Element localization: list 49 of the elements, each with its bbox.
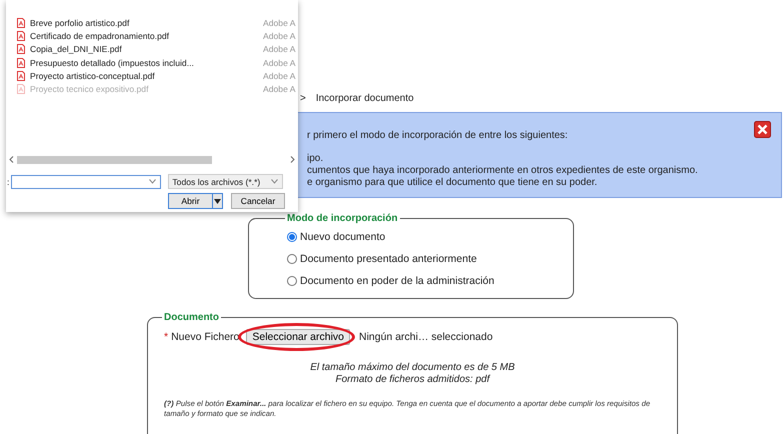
- file-name[interactable]: Copia_del_DNI_NIE.pdf: [30, 44, 122, 54]
- file-type: Adobe A: [263, 18, 296, 28]
- scroll-right-icon[interactable]: [290, 156, 295, 163]
- info-text: cumentos que haya incorporado anteriormente en otros expedientes de este organismo.: [307, 165, 699, 177]
- file-type: Adobe A: [263, 58, 296, 68]
- pdf-file-icon: [17, 58, 25, 68]
- breadcrumb-current: Incorporar documento: [316, 92, 414, 104]
- file-name[interactable]: Presupuesto detallado (impuestos incluid...: [30, 58, 194, 68]
- chevron-down-icon[interactable]: [149, 179, 156, 184]
- select-file-button[interactable]: Seleccionar archivo: [246, 329, 350, 345]
- radio-label[interactable]: Documento presentado anteriormente: [300, 253, 477, 265]
- radio-button[interactable]: [287, 254, 297, 264]
- breadcrumb-separator: >: [300, 92, 306, 104]
- scroll-left-icon[interactable]: [9, 156, 14, 163]
- file-type: Adobe A: [263, 84, 296, 94]
- pdf-file-icon: [17, 44, 25, 54]
- radio-button[interactable]: [287, 276, 297, 286]
- file-name[interactable]: Proyecto artistico-conceptual.pdf: [30, 70, 155, 81]
- file-type: Adobe A: [263, 70, 296, 81]
- fieldset-legend: Modo de incorporación: [285, 213, 400, 224]
- radio-label[interactable]: Nuevo documento: [300, 231, 386, 243]
- radio-button[interactable]: [287, 232, 297, 242]
- info-text: r primero el modo de incorporación de entre los siguientes:: [307, 130, 569, 141]
- pdf-file-icon: [17, 84, 25, 94]
- file-status: Ningún archi… seleccionado: [359, 331, 493, 343]
- required-mark: *: [164, 331, 168, 343]
- scrollbar-thumb[interactable]: [17, 156, 212, 164]
- limit-text: El tamaño máximo del documento es de 5 MB: [309, 362, 516, 374]
- file-type-dropdown[interactable]: Todos los archivos (*.*): [168, 174, 284, 189]
- radio-label[interactable]: Documento en poder de la administración: [300, 275, 494, 287]
- pdf-file-icon: [17, 30, 25, 41]
- file-name[interactable]: Certificado de empadronamiento.pdf: [30, 30, 170, 41]
- info-text: ipo.: [307, 153, 324, 165]
- filename-field[interactable]: [11, 174, 162, 188]
- split-button[interactable]: Abrir: [168, 193, 223, 209]
- pdf-file-icon: [17, 70, 25, 81]
- field-label: Nuevo Fichero: [171, 331, 240, 343]
- filename-label: :: [7, 176, 10, 186]
- close-icon[interactable]: [754, 121, 771, 138]
- fieldset-legend: Documento: [162, 312, 221, 323]
- file-name[interactable]: Breve porfolio artistico.pdf: [30, 18, 130, 28]
- file-type: Adobe A: [263, 44, 296, 54]
- dropdown-triangle-icon: [214, 198, 221, 204]
- chevron-down-icon: [271, 179, 278, 184]
- dialog-button[interactable]: Cancelar: [231, 193, 285, 209]
- limit-text: Formato de ficheros admitidos: pdf: [334, 374, 492, 386]
- pdf-file-icon: [17, 18, 25, 28]
- info-text: e organismo para que utilice el documento que tiene en su poder.: [307, 177, 598, 189]
- file-type: Adobe A: [263, 30, 296, 41]
